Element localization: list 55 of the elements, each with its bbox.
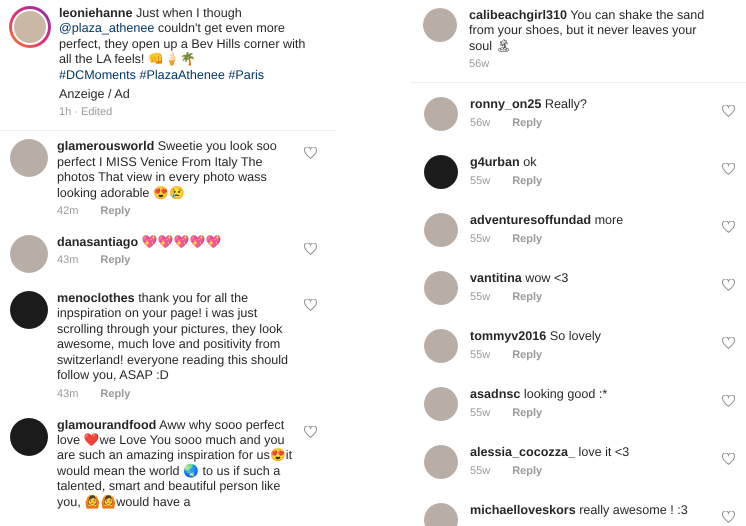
comment-text: adventuresoffundad more xyxy=(470,213,624,229)
heart-icon[interactable] xyxy=(722,511,735,524)
timestamp: 55w xyxy=(470,464,490,477)
comment-text: g4urban ok xyxy=(470,155,538,171)
avatar[interactable] xyxy=(10,291,48,330)
comment-text: vantitina wow <3 xyxy=(470,271,570,287)
reply-button[interactable]: Reply xyxy=(512,348,542,361)
reply-button[interactable]: Reply xyxy=(512,232,542,245)
reply-button[interactable]: Reply xyxy=(512,174,542,187)
heart-icon[interactable] xyxy=(722,105,735,118)
heart-icon[interactable] xyxy=(722,163,735,176)
timestamp: 55w xyxy=(470,232,490,245)
comment-text: glamourandfood Aww why sooo perfect love ❤we Love You sooo much and you are such an amazing inspiration for us😍it would mean the world 🌏 to us if such a talented, smart and beautiful person like you, 🙆🙆would have a xyxy=(57,418,294,510)
heart-icon[interactable] xyxy=(722,453,735,466)
heart-icon[interactable] xyxy=(304,426,317,438)
comment-text: alessia_cocozza_ love it <3 xyxy=(470,445,630,461)
caption-link[interactable]: @plaza_athenee xyxy=(59,21,154,36)
avatar[interactable] xyxy=(10,418,48,456)
timestamp: 55w xyxy=(470,348,490,361)
avatar[interactable] xyxy=(424,155,458,190)
timestamp: 42m xyxy=(57,205,78,218)
comment-text: glamerousworld Sweetie you look soo perfect I MISS Venice From Italy The photos That view in every photo wass looking adorable 😍😢 xyxy=(57,139,278,202)
comment-text: asadnsc looking good :* xyxy=(470,387,608,403)
reply-button[interactable]: Reply xyxy=(512,116,542,129)
heart-icon[interactable] xyxy=(722,279,735,292)
timestamp: 43m xyxy=(57,388,78,400)
reply-button[interactable]: Reply xyxy=(100,205,130,218)
timestamp: 43m xyxy=(57,254,78,266)
reply-button[interactable]: Reply xyxy=(100,254,130,266)
reply-button[interactable]: Reply xyxy=(512,406,542,419)
caption-text: leoniehanne Just when I though @plaza_athenee couldn't get even more perfect, they open up a Bev Hills corner with all the LA feels! 👊🍦🌴 #DCMoments #PlazaAthenee #Paris xyxy=(59,6,306,84)
reply-button[interactable]: Reply xyxy=(512,464,542,477)
caption-text: calibeachgirl310 You can shake the sand from your shoes, but it never leaves your soul 🏝 xyxy=(469,8,706,54)
heart-icon[interactable] xyxy=(722,395,735,408)
heart-icon[interactable] xyxy=(722,221,735,234)
comment-text: tommyv2016 So lovely xyxy=(470,329,602,345)
comment-text: ronny_on25 Really? xyxy=(470,97,588,113)
caption-link[interactable]: #DCMoments #PlazaAthenee #Paris xyxy=(59,68,264,82)
comment-text: danasantiago 💖💖💖💖💖 xyxy=(57,235,223,250)
reply-button[interactable]: Reply xyxy=(512,290,542,303)
heart-icon[interactable] xyxy=(722,337,735,350)
ad-label: Anzeige / Ad xyxy=(59,87,131,102)
comment-text: michaelloveskors really awesome ! :3 xyxy=(470,503,689,519)
reply-button[interactable]: Reply xyxy=(100,388,130,400)
heart-icon[interactable] xyxy=(304,299,317,312)
timestamp: 56w xyxy=(470,116,490,129)
avatar[interactable] xyxy=(9,6,51,48)
comment-text: menoclothes thank you for all the inpspiration on your page! i was just scrolling through your pictures, they look awesome, much love and positivity from switzerland! everyone reading this should follow you, ASAP :D xyxy=(57,291,290,384)
timestamp: 55w xyxy=(470,174,490,187)
timestamp: 55w xyxy=(470,406,490,419)
heart-icon[interactable] xyxy=(304,147,317,160)
timestamp: 55w xyxy=(470,290,490,303)
heart-icon[interactable] xyxy=(304,243,317,256)
timestamp: 1h · Edited xyxy=(59,106,112,118)
timestamp: 56w xyxy=(469,58,490,70)
